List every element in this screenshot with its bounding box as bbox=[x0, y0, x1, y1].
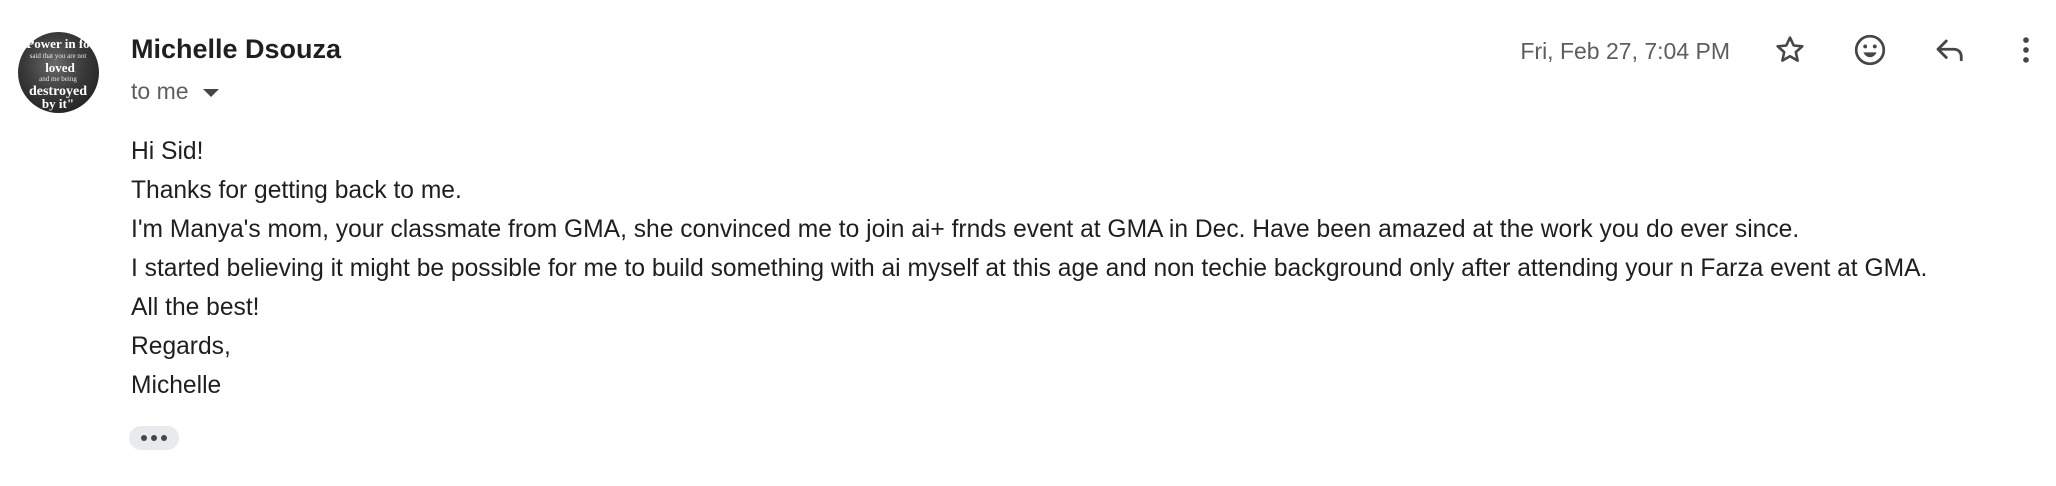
body-line: Thanks for getting back to me. bbox=[131, 177, 462, 204]
sender-name[interactable]: Michelle Dsouza bbox=[131, 34, 341, 65]
caret-down-icon bbox=[202, 88, 219, 97]
recipient-details-toggle[interactable]: to me bbox=[131, 78, 219, 105]
sender-avatar[interactable]: Power in fo said that you are not loved … bbox=[18, 32, 99, 113]
ellipsis-dot bbox=[141, 435, 147, 441]
body-line: Hi Sid! bbox=[131, 138, 204, 165]
avatar-text-line: and me being bbox=[39, 75, 77, 83]
more-vert-icon bbox=[2023, 37, 2029, 63]
body-line: All the best! bbox=[131, 294, 260, 321]
add-reaction-button[interactable] bbox=[1848, 28, 1892, 72]
avatar-text-line: Power in fo bbox=[26, 36, 89, 51]
avatar-text-line: loved bbox=[45, 60, 75, 75]
message-timestamp: Fri, Feb 27, 7:04 PM bbox=[1520, 38, 1730, 64]
avatar-text-line: by it" bbox=[42, 96, 74, 111]
reply-icon bbox=[1936, 39, 1963, 62]
body-line: Regards, bbox=[131, 333, 231, 360]
avatar-text-line: said that you are not bbox=[30, 52, 87, 60]
message-body: Hi Sid! Thanks for getting back to me. I… bbox=[131, 132, 1927, 405]
emoji-icon bbox=[1854, 34, 1886, 66]
reply-button[interactable] bbox=[1928, 28, 1972, 72]
star-button[interactable] bbox=[1768, 28, 1812, 72]
body-line: I'm Manya's mom, your classmate from GMA… bbox=[131, 216, 1800, 243]
body-line: I started believing it might be possible… bbox=[131, 255, 1928, 282]
ellipsis-dot bbox=[161, 435, 167, 441]
show-trimmed-content-button[interactable] bbox=[129, 426, 179, 450]
avatar-image: Power in fo said that you are not loved … bbox=[26, 36, 89, 111]
star-icon bbox=[1776, 36, 1804, 62]
body-line: Michelle bbox=[131, 372, 222, 399]
more-options-button[interactable] bbox=[2004, 28, 2048, 72]
recipient-label: to me bbox=[131, 78, 189, 104]
ellipsis-dot bbox=[151, 435, 157, 441]
